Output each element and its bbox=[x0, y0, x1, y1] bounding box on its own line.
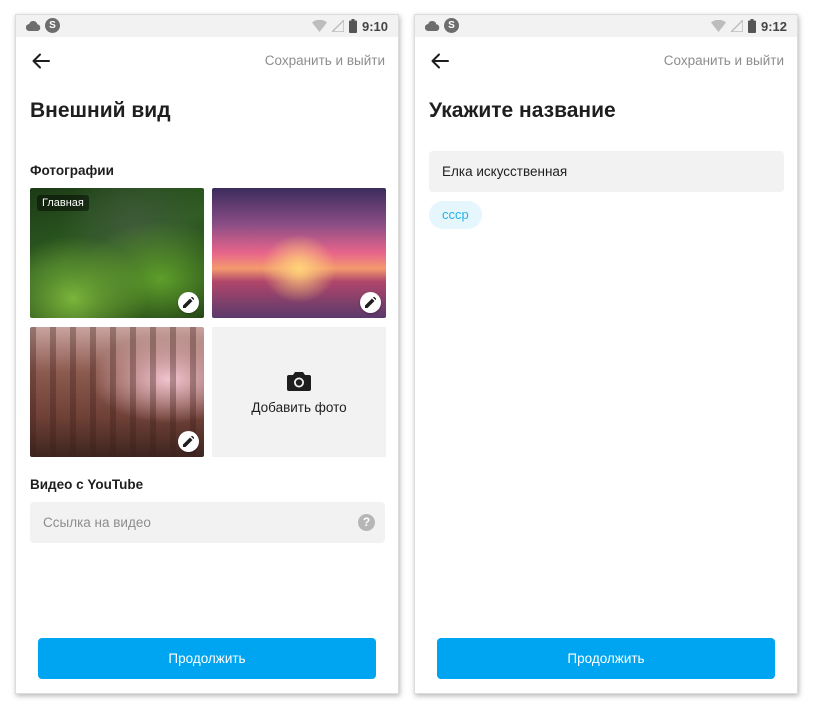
wifi-icon bbox=[311, 20, 327, 32]
app-icon: S bbox=[444, 18, 459, 33]
edit-photo-button[interactable] bbox=[178, 431, 199, 452]
signal-icon bbox=[331, 20, 344, 32]
pencil-icon bbox=[365, 297, 376, 308]
photo-2[interactable] bbox=[212, 188, 386, 318]
app-icon: S bbox=[45, 18, 60, 33]
continue-button[interactable]: Продолжить bbox=[38, 638, 376, 679]
video-link-input[interactable]: Ссылка на видео ? bbox=[30, 502, 385, 543]
name-input-value: Елка искусственная bbox=[442, 164, 568, 179]
back-arrow-icon[interactable] bbox=[429, 50, 451, 72]
page-title: Укажите название bbox=[429, 99, 616, 122]
main-photo-badge: Главная bbox=[37, 195, 89, 211]
camera-icon bbox=[287, 372, 311, 391]
video-link-placeholder: Ссылка на видео bbox=[43, 515, 151, 530]
save-and-exit-link[interactable]: Сохранить и выйти bbox=[664, 53, 784, 68]
screen-name: S 9:12 Сохранить и выйти Укажите названи… bbox=[414, 14, 798, 694]
name-input[interactable]: Елка искусственная bbox=[429, 151, 784, 192]
video-section-title: Видео с YouTube bbox=[30, 477, 144, 492]
suggestion-chip[interactable]: ссср bbox=[429, 201, 482, 229]
battery-icon bbox=[348, 19, 357, 33]
status-time: 9:10 bbox=[361, 18, 388, 34]
signal-icon bbox=[730, 20, 743, 32]
back-arrow-icon[interactable] bbox=[30, 50, 52, 72]
status-bar: S 9:12 bbox=[415, 15, 797, 37]
cloud-icon bbox=[26, 21, 41, 31]
pencil-icon bbox=[183, 297, 194, 308]
stage: S 9:10 Сохранить и выйти Внешний вид Фот… bbox=[0, 0, 813, 710]
add-photo-label: Добавить фото bbox=[251, 400, 347, 415]
page-title: Внешний вид bbox=[30, 99, 171, 122]
save-and-exit-link[interactable]: Сохранить и выйти bbox=[265, 53, 385, 68]
edit-photo-button[interactable] bbox=[360, 292, 381, 313]
status-time: 9:12 bbox=[760, 18, 787, 34]
continue-button[interactable]: Продолжить bbox=[437, 638, 775, 679]
help-icon[interactable]: ? bbox=[358, 514, 375, 531]
screen-appearance: S 9:10 Сохранить и выйти Внешний вид Фот… bbox=[15, 14, 399, 694]
status-right: 9:12 bbox=[710, 18, 787, 34]
cloud-icon bbox=[425, 21, 440, 31]
photo-main[interactable]: Главная bbox=[30, 188, 204, 318]
add-photo-button[interactable]: Добавить фото bbox=[212, 327, 386, 457]
photos-section-title: Фотографии bbox=[30, 163, 114, 178]
pencil-icon bbox=[183, 436, 194, 447]
edit-photo-button[interactable] bbox=[178, 292, 199, 313]
battery-icon bbox=[747, 19, 756, 33]
wifi-icon bbox=[710, 20, 726, 32]
status-right: 9:10 bbox=[311, 18, 388, 34]
photo-3[interactable] bbox=[30, 327, 204, 457]
status-bar: S 9:10 bbox=[16, 15, 398, 37]
